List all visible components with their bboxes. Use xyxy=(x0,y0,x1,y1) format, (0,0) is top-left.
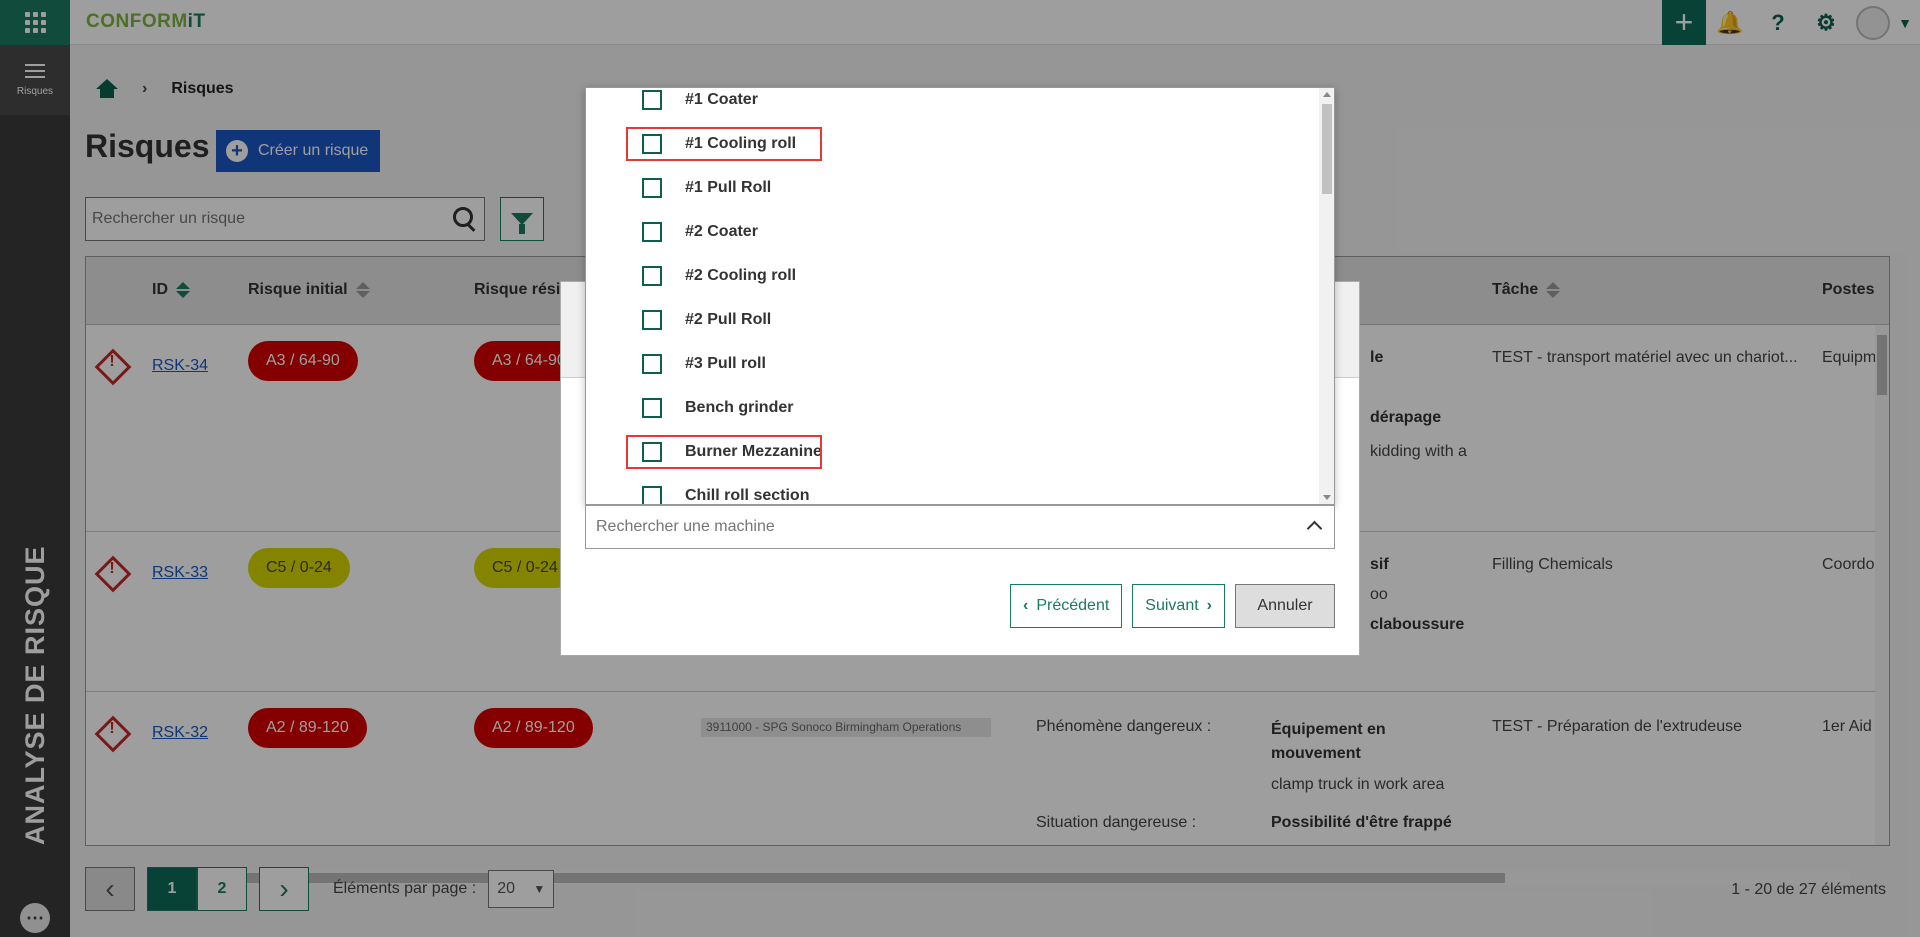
machine-option[interactable]: #2 Pull Roll xyxy=(586,298,1321,342)
next-label: Suivant xyxy=(1145,597,1199,614)
machine-option[interactable]: #3 Pull roll xyxy=(586,342,1321,386)
previous-label: Précédent xyxy=(1036,597,1110,614)
machine-checkbox[interactable] xyxy=(642,486,662,504)
machine-option[interactable]: Burner Mezzanine xyxy=(586,430,1321,474)
machine-option[interactable]: #1 Pull Roll xyxy=(586,166,1321,210)
machine-search xyxy=(585,505,1335,549)
cancel-button[interactable]: Annuler xyxy=(1235,584,1335,628)
chevron-up-icon[interactable] xyxy=(1294,507,1334,547)
machine-option[interactable]: #2 Cooling roll xyxy=(586,254,1321,298)
machine-option-label: #3 Pull roll xyxy=(685,355,766,372)
machine-option[interactable]: Bench grinder xyxy=(586,386,1321,430)
machine-option-label: #2 Pull Roll xyxy=(685,311,772,328)
machine-checkbox[interactable] xyxy=(642,90,662,110)
machine-option-label: #1 Pull Roll xyxy=(685,179,772,196)
machine-option-label: #2 Cooling roll xyxy=(685,267,797,284)
machine-checkbox[interactable] xyxy=(642,266,662,286)
machine-option-label: #2 Coater xyxy=(685,223,758,240)
machine-option-label: Bench grinder xyxy=(685,399,794,416)
machine-checkbox[interactable] xyxy=(642,222,662,242)
machine-checkbox[interactable] xyxy=(642,178,662,198)
machine-option[interactable]: Chill roll section xyxy=(586,474,1321,504)
machine-option[interactable]: #2 Coater xyxy=(586,210,1321,254)
machine-search-input[interactable] xyxy=(586,518,1294,536)
machine-option[interactable]: #1 Cooling roll xyxy=(586,122,1321,166)
previous-button[interactable]: ‹ Précédent xyxy=(1010,584,1123,628)
chevron-right-icon: › xyxy=(1206,597,1212,614)
machine-checkbox[interactable] xyxy=(642,354,662,374)
dropdown-scrollbar[interactable] xyxy=(1319,88,1334,504)
machine-checkbox[interactable] xyxy=(642,310,662,330)
machine-option-label: Chill roll section xyxy=(685,487,810,504)
machine-option[interactable]: #1 Coater xyxy=(586,88,1321,122)
next-button[interactable]: Suivant › xyxy=(1132,584,1225,628)
highlight-box xyxy=(626,435,822,469)
highlight-box xyxy=(626,127,822,161)
machine-option-label: #1 Coater xyxy=(685,91,758,108)
chevron-left-icon: ‹ xyxy=(1023,597,1029,614)
machine-list: #1 Coater #1 Cooling roll #1 Pull Roll #2 C… xyxy=(586,88,1321,504)
machine-dropdown-list: #1 Coater #1 Cooling roll #1 Pull Roll #2 C… xyxy=(585,87,1335,505)
machine-checkbox[interactable] xyxy=(642,398,662,418)
